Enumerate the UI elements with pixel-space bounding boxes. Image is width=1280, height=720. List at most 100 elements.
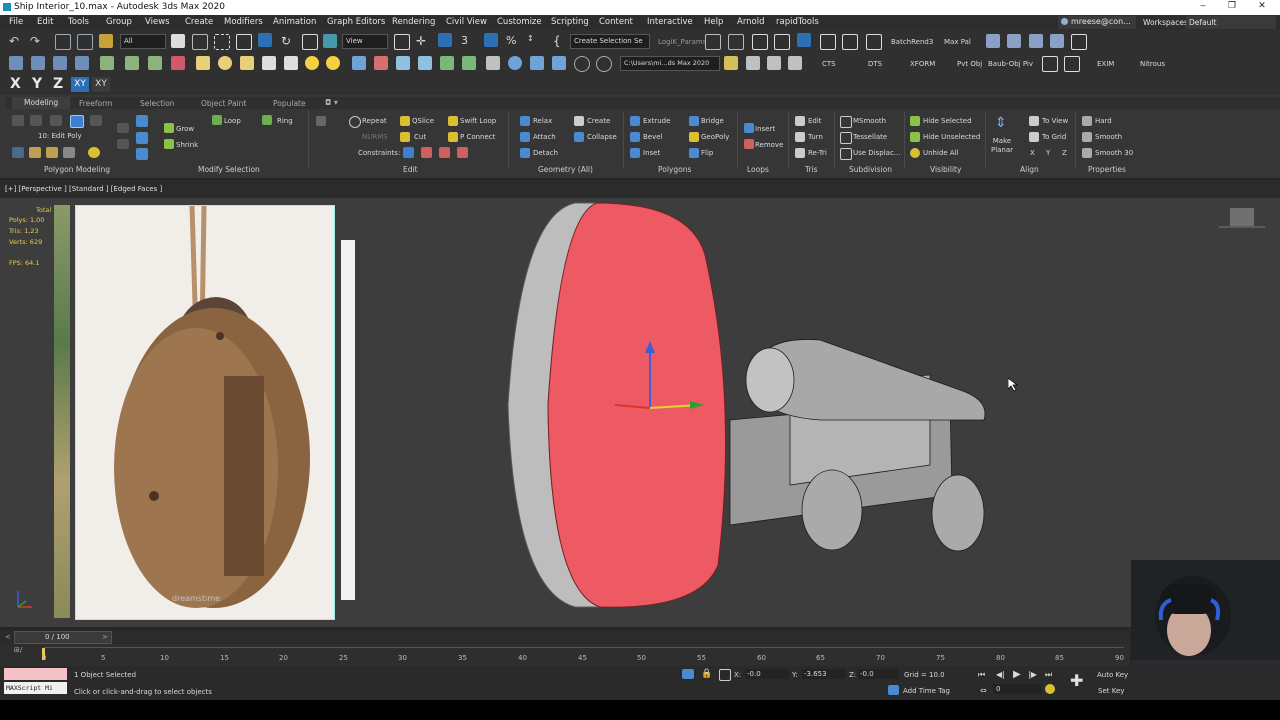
panel-polygon-modeling[interactable]: Polygon Modeling: [44, 165, 110, 174]
logik-params-label[interactable]: LogiK_Params: [658, 38, 706, 46]
axis-z-button[interactable]: Z: [53, 76, 63, 92]
project-path-dropdown[interactable]: C:\Users\mi...ds Max 2020: [620, 56, 720, 71]
nurms-button[interactable]: NURMS: [362, 133, 388, 141]
baub-obj-piv-button[interactable]: Baub-Obj Piv: [988, 60, 1033, 68]
geopoly-button[interactable]: GeoPoly: [701, 133, 729, 141]
undo-icon[interactable]: ↶: [9, 34, 23, 48]
tree-icon[interactable]: [440, 56, 454, 70]
tool-14-icon[interactable]: [746, 56, 760, 70]
ms-icon-4[interactable]: [136, 132, 148, 144]
next-frame-icon[interactable]: |▶: [1028, 670, 1037, 679]
cts-button[interactable]: CTS: [822, 60, 836, 68]
menu-arnold[interactable]: Arnold: [737, 17, 765, 27]
menu-scripting[interactable]: Scripting: [551, 17, 589, 27]
mirror-icon[interactable]: [705, 34, 721, 50]
forces-icon[interactable]: [374, 56, 388, 70]
window-crossing-icon[interactable]: [236, 34, 252, 50]
tool-6-icon[interactable]: [125, 56, 139, 70]
panel-loops[interactable]: Loops: [747, 165, 769, 174]
tab-populate[interactable]: Populate: [273, 99, 306, 108]
plane-icon[interactable]: [262, 56, 276, 70]
tool-15-icon[interactable]: [767, 56, 781, 70]
time-config-icon[interactable]: [1045, 684, 1055, 694]
axis-xy-button[interactable]: XY: [71, 77, 89, 92]
p-connect-button[interactable]: P Connect: [460, 133, 495, 141]
ribbon-options-icon[interactable]: ◘ ▾: [325, 98, 338, 107]
ms-icon-1[interactable]: [117, 123, 129, 133]
menu-animation[interactable]: Animation: [273, 17, 316, 27]
go-to-end-icon[interactable]: ⏭: [1045, 670, 1052, 680]
hide-unselected-button[interactable]: Hide Unselected: [923, 133, 980, 141]
edit-tri-button[interactable]: Edit: [808, 117, 822, 125]
edit-named-sel-icon[interactable]: {: [553, 34, 567, 48]
dts-button[interactable]: DTS: [868, 60, 882, 68]
border-mode-icon[interactable]: [50, 115, 62, 126]
to-grid-button[interactable]: To Grid: [1042, 133, 1066, 141]
panel-subdivision[interactable]: Subdivision: [849, 165, 892, 174]
selection-filter-dropdown[interactable]: All: [120, 34, 166, 49]
absolute-mode-icon[interactable]: [719, 669, 731, 681]
constraint-edge-icon[interactable]: [421, 147, 432, 158]
panel-edit[interactable]: Edit: [403, 165, 418, 174]
current-frame-field[interactable]: 0: [993, 684, 1041, 694]
time-next-icon[interactable]: >: [102, 633, 108, 641]
keyboard-shortcut-icon[interactable]: [438, 33, 452, 47]
nitrous-button[interactable]: Nitrous: [1140, 60, 1165, 68]
panel-geometry[interactable]: Geometry (All): [538, 165, 593, 174]
xform-button[interactable]: XFORM: [910, 60, 935, 68]
pm-tool-1-icon[interactable]: [12, 147, 24, 158]
foliage-icon[interactable]: [462, 56, 476, 70]
scroll-strip[interactable]: [341, 240, 355, 600]
menu-create[interactable]: Create: [185, 17, 213, 27]
panel-modify-selection[interactable]: Modify Selection: [198, 165, 260, 174]
pm-tool-4-icon[interactable]: [63, 147, 75, 158]
constraint-face-icon[interactable]: [439, 147, 450, 158]
inset-button[interactable]: Inset: [643, 149, 660, 157]
menu-views[interactable]: Views: [145, 17, 170, 27]
sun-icon[interactable]: [326, 56, 340, 70]
tool-5-icon[interactable]: [100, 56, 114, 70]
to-view-button[interactable]: To View: [1042, 117, 1068, 125]
menu-civil-view[interactable]: Civil View: [446, 17, 487, 27]
curve-editor-icon[interactable]: [797, 33, 811, 47]
menu-graph-editors[interactable]: Graph Editors: [327, 17, 385, 27]
cylinder-icon[interactable]: [240, 56, 254, 70]
retri-button[interactable]: Re-Tri: [808, 149, 827, 157]
align-z-button[interactable]: Z: [1062, 149, 1067, 157]
menu-edit[interactable]: Edit: [37, 17, 53, 27]
toggle-ribbon-icon[interactable]: [774, 34, 790, 50]
render-activeshade-icon[interactable]: [1050, 34, 1064, 48]
pm-tool-3-icon[interactable]: [46, 147, 58, 158]
tab-modeling[interactable]: Modeling: [12, 97, 70, 109]
viewport-label[interactable]: [+] [Perspective ] [Standard ] [Edged Fa…: [5, 185, 162, 193]
collapse-button[interactable]: Collapse: [587, 133, 617, 141]
menu-tools[interactable]: Tools: [68, 17, 89, 27]
select-by-name-icon[interactable]: [192, 34, 208, 50]
render-frame-icon[interactable]: [986, 34, 1000, 48]
tab-object-paint[interactable]: Object Paint: [201, 99, 246, 108]
menu-rendering[interactable]: Rendering: [392, 17, 435, 27]
percent-snap-icon[interactable]: %: [506, 34, 520, 48]
tool-8-icon[interactable]: [171, 56, 185, 70]
relax-button[interactable]: Relax: [533, 117, 552, 125]
key-mode-icon[interactable]: ⇔: [980, 686, 987, 695]
axis-x-button[interactable]: X: [10, 76, 21, 92]
box-icon[interactable]: [196, 56, 210, 70]
axis-xy-cycle-button[interactable]: XY: [92, 77, 110, 92]
bind-space-warp-icon[interactable]: [99, 34, 113, 48]
menu-content[interactable]: Content: [599, 17, 633, 27]
place-icon[interactable]: [323, 34, 337, 48]
pulley-reference-image[interactable]: dreamstime: [75, 205, 335, 620]
ref-coord-dropdown[interactable]: View: [342, 34, 388, 49]
time-slider-thumb[interactable]: 0 / 100: [14, 631, 112, 644]
sphere-icon[interactable]: [218, 56, 232, 70]
pvt-obj-button[interactable]: Pvt Obj: [957, 60, 982, 68]
lock-icon[interactable]: 🔒: [701, 669, 712, 679]
y-coord-field[interactable]: -3.653: [802, 669, 846, 679]
tessellate-button[interactable]: Tessellate: [853, 133, 887, 141]
light-icon[interactable]: [305, 56, 319, 70]
bevel-button[interactable]: Bevel: [643, 133, 663, 141]
batchrend-button[interactable]: BatchRend3: [891, 38, 933, 46]
track-icon[interactable]: ⊞/: [14, 646, 22, 654]
smooth-30-button[interactable]: Smooth 30: [1095, 149, 1133, 157]
